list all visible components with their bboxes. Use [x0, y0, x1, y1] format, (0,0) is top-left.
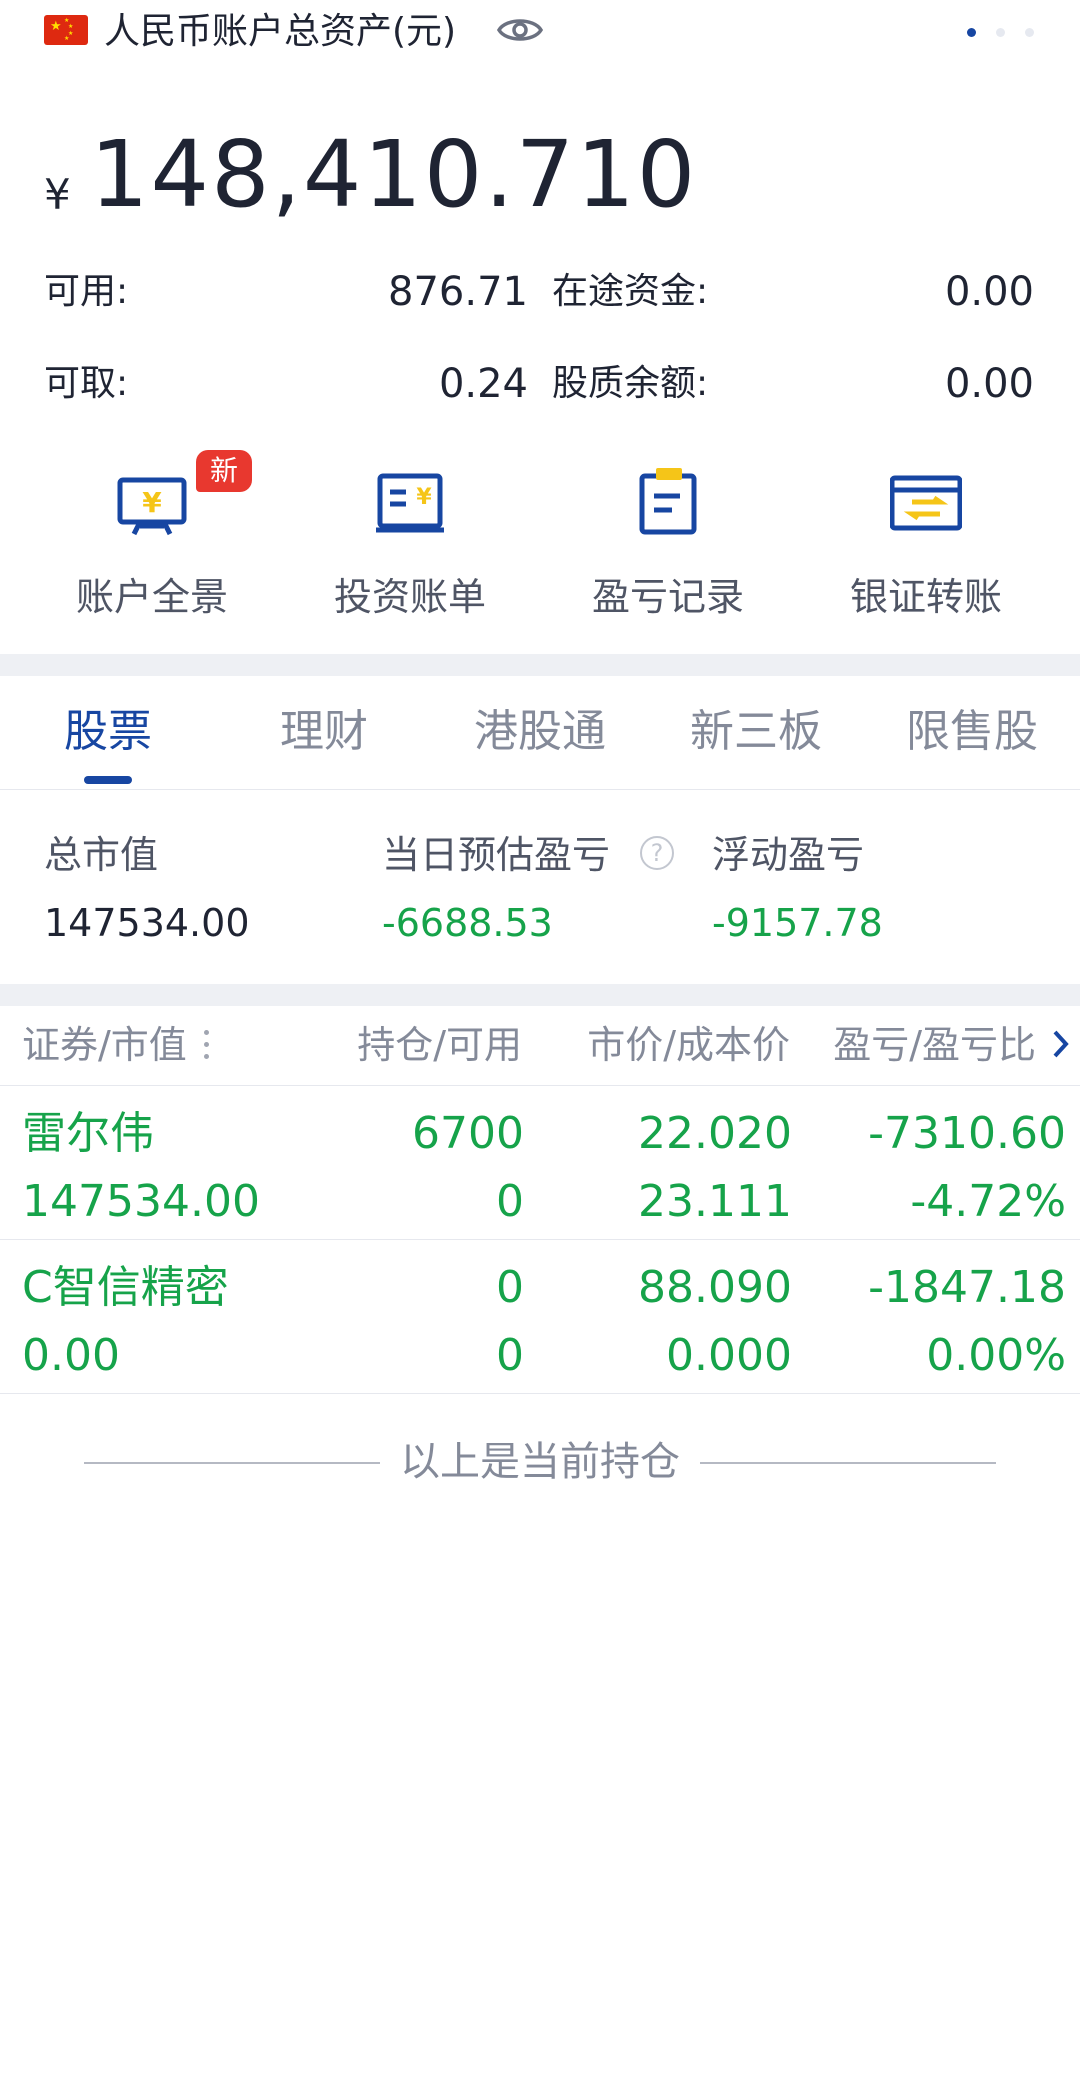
- market-price: 22.020: [638, 1108, 792, 1159]
- asset-tabs: 股票 理财 港股通 新三板 限售股: [0, 676, 1080, 790]
- cost-price: 0.000: [666, 1330, 792, 1381]
- column-menu-icon[interactable]: [204, 1030, 210, 1062]
- tab-neeq[interactable]: 新三板: [648, 706, 864, 758]
- page-dot-active: [967, 28, 976, 37]
- clipboard-icon: [639, 468, 697, 535]
- cost-price: 23.111: [638, 1176, 792, 1227]
- section-divider: [0, 654, 1080, 676]
- pledge-balance-label: 股质余额:: [552, 363, 709, 404]
- tab-hk-connect[interactable]: 港股通: [432, 706, 648, 758]
- monitor-yen-icon: ¥: [117, 477, 187, 536]
- market-price: 88.090: [638, 1262, 792, 1313]
- quick-action-label: 账户全景: [75, 575, 228, 619]
- bill-icon: ¥: [376, 473, 444, 533]
- available-qty: 0: [496, 1176, 524, 1227]
- floating-pl-label: 浮动盈亏: [712, 833, 865, 877]
- in-transit-label: 在途资金:: [552, 271, 709, 312]
- holdings-table-header: 证券/市值 持仓/可用 市价/成本价 盈亏/盈亏比: [0, 1006, 1080, 1086]
- currency-symbol: ¥: [44, 170, 71, 219]
- table-row[interactable]: C智信精密 0.00 0 0 88.090 0.000 -1847.18 0.0…: [0, 1240, 1080, 1394]
- market-value: 147534.00: [44, 901, 250, 945]
- daily-pl-label: 当日预估盈亏: [382, 833, 611, 877]
- in-transit-value: 0.00: [944, 269, 1034, 315]
- china-flag-icon: ★ ★ ★ ★ ★: [44, 15, 88, 45]
- col-position[interactable]: 持仓/可用: [357, 1022, 522, 1068]
- col-security[interactable]: 证券/市值: [22, 1022, 187, 1068]
- quick-action-label: 投资账单: [333, 575, 486, 619]
- position-qty: 6700: [412, 1108, 524, 1159]
- account-title: 人民币账户总资产(元): [104, 11, 457, 52]
- help-icon[interactable]: ?: [640, 836, 674, 870]
- page-dot: [1025, 28, 1034, 37]
- end-note-text: 以上是当前持仓: [0, 1436, 1080, 1488]
- security-market-value: 147534.00: [22, 1176, 260, 1227]
- pl-amount: -7310.60: [868, 1108, 1066, 1159]
- eye-icon[interactable]: [496, 12, 544, 48]
- svg-text:¥: ¥: [142, 486, 162, 519]
- pl-ratio: -4.72%: [910, 1176, 1066, 1227]
- end-note-label: 以上是当前持仓: [388, 1439, 692, 1485]
- svg-text:¥: ¥: [416, 485, 432, 510]
- security-market-value: 0.00: [22, 1330, 120, 1381]
- pl-amount: -1847.18: [868, 1262, 1066, 1313]
- quick-action-investment-bill[interactable]: ¥ 投资账单: [290, 452, 530, 642]
- header: ★ ★ ★ ★ ★ 人民币账户总资产(元): [0, 0, 1080, 64]
- position-qty: 0: [496, 1262, 524, 1313]
- table-row[interactable]: 雷尔伟 147534.00 6700 0 22.020 23.111 -7310…: [0, 1086, 1080, 1240]
- available-value: 876.71: [388, 269, 528, 315]
- quick-action-pl-record[interactable]: 盈亏记录: [548, 452, 788, 642]
- new-badge: 新: [196, 450, 252, 492]
- withdrawable-value: 0.24: [438, 361, 528, 407]
- pl-ratio: 0.00%: [926, 1330, 1066, 1381]
- daily-pl-value: -6688.53: [382, 901, 553, 945]
- withdrawable-label: 可取:: [44, 363, 129, 404]
- quick-action-label: 盈亏记录: [591, 575, 744, 619]
- security-name: C智信精密: [22, 1262, 229, 1313]
- end-of-holdings-note: 以上是当前持仓: [0, 1436, 1080, 1488]
- quick-action-label: 银证转账: [849, 575, 1002, 619]
- tab-wealth[interactable]: 理财: [216, 706, 432, 758]
- floating-pl-value: -9157.78: [712, 901, 883, 945]
- tab-restricted[interactable]: 限售股: [864, 706, 1080, 758]
- security-name: 雷尔伟: [22, 1108, 154, 1159]
- tab-stocks[interactable]: 股票: [0, 706, 216, 758]
- pledge-balance-value: 0.00: [944, 361, 1034, 407]
- page-indicator: [967, 28, 1034, 37]
- market-value-label: 总市值: [44, 833, 159, 877]
- col-price[interactable]: 市价/成本价: [587, 1022, 790, 1068]
- available-label: 可用:: [44, 271, 129, 312]
- card-transfer-icon: [890, 475, 962, 531]
- col-pl[interactable]: 盈亏/盈亏比: [833, 1022, 1036, 1068]
- active-tab-indicator: [84, 776, 132, 784]
- chevron-right-icon[interactable]: [1050, 1026, 1072, 1062]
- available-qty: 0: [496, 1330, 524, 1381]
- page-dot: [996, 28, 1005, 37]
- quick-action-bank-transfer[interactable]: 银证转账: [806, 452, 1046, 642]
- section-divider: [0, 984, 1080, 1006]
- total-assets-value: 148,410.710: [90, 121, 698, 228]
